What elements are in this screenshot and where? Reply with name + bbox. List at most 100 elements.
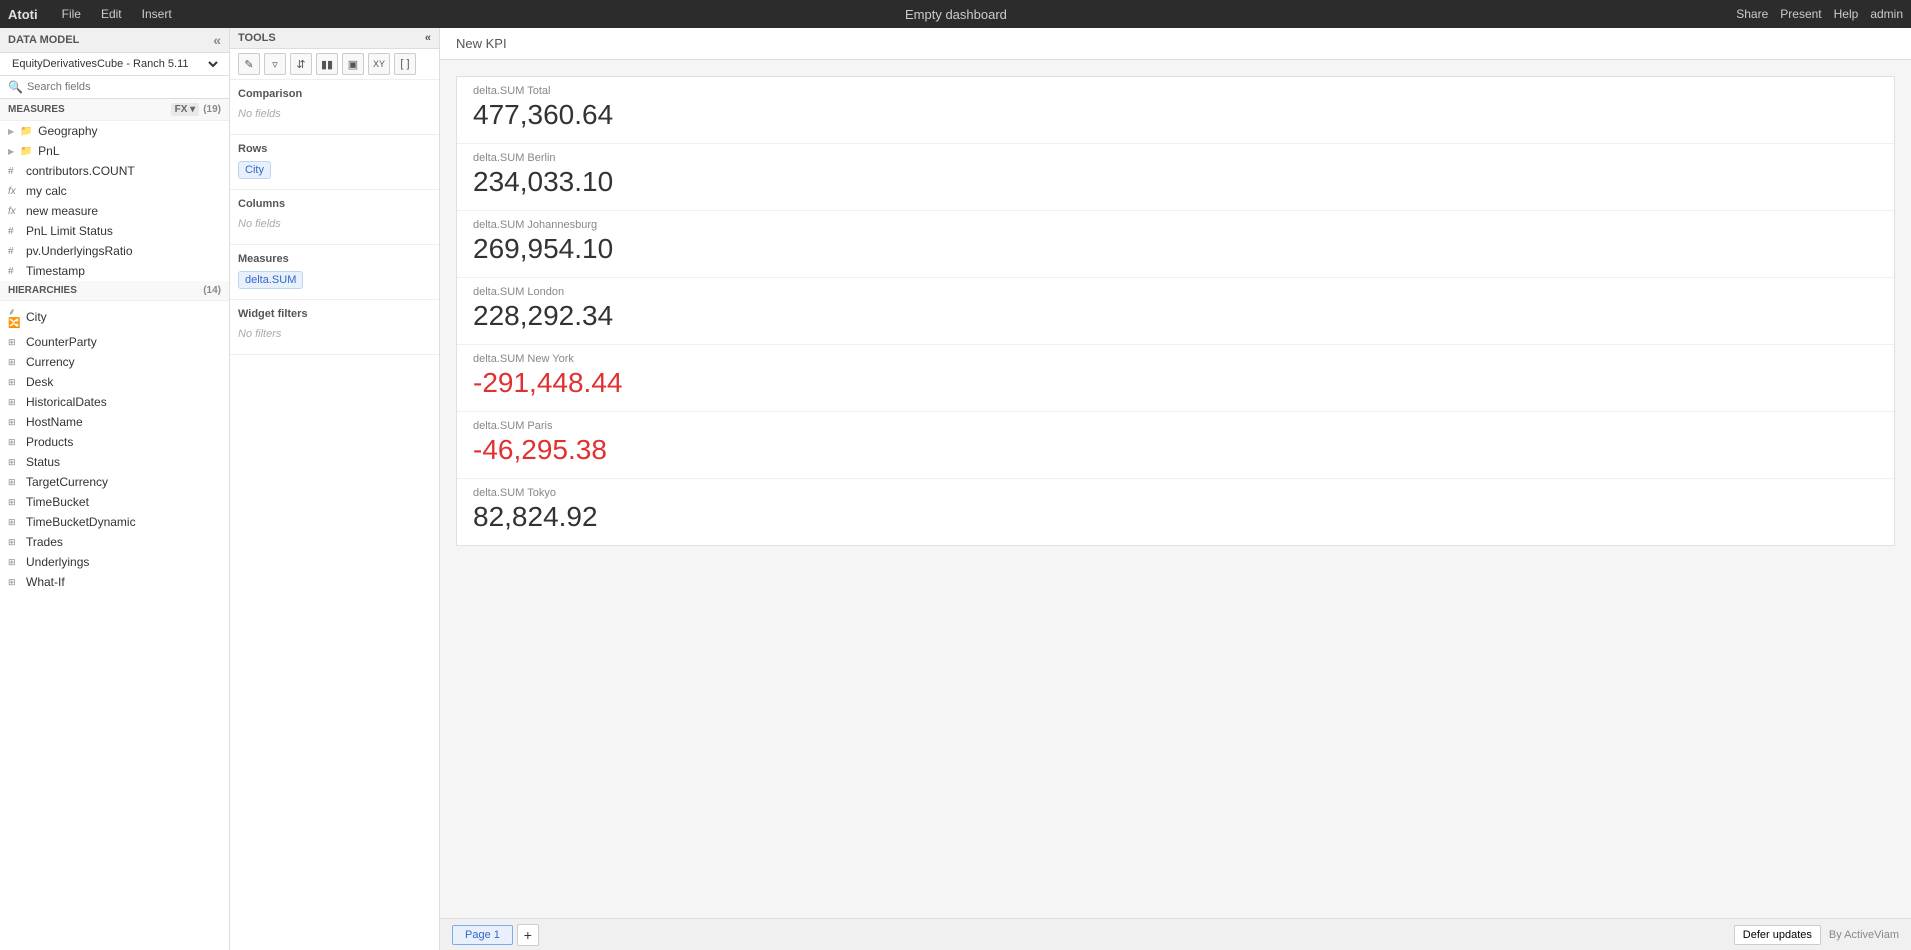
- dashboard-title: Empty dashboard: [188, 7, 1725, 22]
- rows-content: City: [238, 161, 431, 181]
- expand-arrow-pnl: ▶: [8, 147, 14, 156]
- tool-xy[interactable]: XY: [368, 53, 390, 75]
- tool-bracket[interactable]: [ ]: [394, 53, 416, 75]
- search-icon: 🔍: [8, 80, 23, 94]
- measures-field-chip[interactable]: delta.SUM: [238, 271, 303, 289]
- measures-header: MEASURES fx ▾ (19): [0, 99, 229, 121]
- hierarchy-counterparty[interactable]: ⊞ CounterParty: [0, 332, 229, 352]
- tool-filter[interactable]: ▿: [264, 53, 286, 75]
- hierarchy-what-if[interactable]: ⊞ What-If: [0, 572, 229, 592]
- hierarchy-time-bucket-dynamic[interactable]: ⊞ TimeBucketDynamic: [0, 512, 229, 532]
- expand-arrow-geography: ▶: [8, 127, 14, 136]
- top-nav: Atoti File Edit Insert Empty dashboard S…: [0, 0, 1911, 28]
- help-button[interactable]: Help: [1834, 7, 1859, 21]
- hierarchy-icon-currency: ⊞: [8, 357, 22, 368]
- hierarchy-status[interactable]: ⊞ Status: [0, 452, 229, 472]
- measure-my-calc[interactable]: fx my calc: [0, 181, 229, 201]
- kpi-value-total: 477,360.64: [473, 99, 1878, 131]
- hierarchy-icon-target-currency: ⊞: [8, 477, 22, 488]
- measure-new-measure[interactable]: fx new measure: [0, 201, 229, 221]
- left-panel-scroll: MEASURES fx ▾ (19) ▶ 📁 Geography ▶ 📁 PnL…: [0, 99, 229, 950]
- present-button[interactable]: Present: [1780, 7, 1821, 21]
- kpi-value-johannesburg: 269,954.10: [473, 233, 1878, 265]
- kpi-label-new-york: delta.SUM New York: [473, 353, 1878, 365]
- hierarchy-products[interactable]: ⊞ Products: [0, 432, 229, 452]
- measure-timestamp[interactable]: # Timestamp: [0, 261, 229, 281]
- widget-filters-label: Widget filters: [238, 308, 431, 320]
- hierarchy-icon-what-if: ⊞: [8, 577, 22, 588]
- measure-contributors-count[interactable]: # contributors.COUNT: [0, 161, 229, 181]
- add-page-button[interactable]: +: [517, 924, 539, 946]
- defer-updates-button[interactable]: Defer updates: [1734, 925, 1821, 945]
- hierarchy-currency[interactable]: ⊞ Currency: [0, 352, 229, 372]
- hash-icon-timestamp: #: [8, 266, 22, 277]
- tools-panel: TOOLS « ✎ ▿ ⇵ ▮▮ ▣ XY [ ] Comparison No …: [230, 28, 440, 950]
- kpi-title: New KPI: [440, 28, 1911, 60]
- rows-field-chip[interactable]: City: [238, 161, 271, 179]
- hierarchy-desk[interactable]: ⊞ Desk: [0, 372, 229, 392]
- hash-icon-pv: #: [8, 246, 22, 257]
- menu-file[interactable]: File: [58, 5, 85, 23]
- hierarchy-icon-counterparty: ⊞: [8, 337, 22, 348]
- kpi-item-johannesburg: delta.SUM Johannesburg 269,954.10: [457, 211, 1894, 278]
- hierarchy-city[interactable]: ⸙🔀 City: [0, 301, 229, 332]
- folder-icon-pnl: 📁: [20, 146, 34, 157]
- kpi-item-berlin: delta.SUM Berlin 234,033.10: [457, 144, 1894, 211]
- kpi-value-berlin: 234,033.10: [473, 166, 1878, 198]
- menu-edit[interactable]: Edit: [97, 5, 126, 23]
- hierarchy-time-bucket[interactable]: ⊞ TimeBucket: [0, 492, 229, 512]
- kpi-label-total: delta.SUM Total: [473, 85, 1878, 97]
- kpi-label-berlin: delta.SUM Berlin: [473, 152, 1878, 164]
- hash-icon-contributors: #: [8, 166, 22, 177]
- comparison-section: Comparison No fields: [230, 80, 439, 135]
- measure-pnl-limit[interactable]: # PnL Limit Status: [0, 221, 229, 241]
- kpi-label-tokyo: delta.SUM Tokyo: [473, 487, 1878, 499]
- cube-selector[interactable]: EquityDerivativesCube - Ranch 5.11: [0, 53, 229, 76]
- page-tab-1[interactable]: Page 1: [452, 925, 513, 945]
- share-button[interactable]: Share: [1736, 7, 1768, 21]
- kpi-value-paris: -46,295.38: [473, 434, 1878, 466]
- hierarchy-icon-desk: ⊞: [8, 377, 22, 388]
- admin-button[interactable]: admin: [1870, 7, 1903, 21]
- content-area: New KPI delta.SUM Total 477,360.64 delta…: [440, 28, 1911, 950]
- hierarchy-icon-status: ⊞: [8, 457, 22, 468]
- tool-sort[interactable]: ⇵: [290, 53, 312, 75]
- kpi-item-london: delta.SUM London 228,292.34: [457, 278, 1894, 345]
- kpi-value-new-york: -291,448.44: [473, 367, 1878, 399]
- fx-icon-my-calc: fx: [8, 186, 22, 197]
- kpi-label-paris: delta.SUM Paris: [473, 420, 1878, 432]
- hierarchy-historical-dates[interactable]: ⊞ HistoricalDates: [0, 392, 229, 412]
- search-input[interactable]: [27, 81, 221, 93]
- columns-label: Columns: [238, 198, 431, 210]
- data-model-collapse[interactable]: «: [213, 32, 221, 48]
- fx-button[interactable]: fx ▾: [171, 103, 200, 116]
- tool-pencil[interactable]: ✎: [238, 53, 260, 75]
- kpi-group: delta.SUM Total 477,360.64 delta.SUM Ber…: [456, 76, 1895, 546]
- measure-pv-underlyings[interactable]: # pv.UnderlyingsRatio: [0, 241, 229, 261]
- fx-icon-new-measure: fx: [8, 206, 22, 217]
- tool-grid[interactable]: ▣: [342, 53, 364, 75]
- tools-collapse[interactable]: «: [425, 32, 431, 44]
- widget-filters-section: Widget filters No filters: [230, 300, 439, 355]
- cube-dropdown[interactable]: EquityDerivativesCube - Ranch 5.11: [8, 57, 221, 71]
- right-actions: Share Present Help admin: [1736, 7, 1903, 21]
- menu-insert[interactable]: Insert: [138, 5, 176, 23]
- measure-pnl[interactable]: ▶ 📁 PnL: [0, 141, 229, 161]
- rows-section: Rows City: [230, 135, 439, 190]
- hierarchy-underlyings[interactable]: ⊞ Underlyings: [0, 552, 229, 572]
- kpi-value-tokyo: 82,824.92: [473, 501, 1878, 533]
- hash-icon-pnl-limit: #: [8, 226, 22, 237]
- by-activeviam: By ActiveViam: [1829, 929, 1899, 941]
- hierarchy-trades[interactable]: ⊞ Trades: [0, 532, 229, 552]
- columns-no-fields: No fields: [238, 218, 281, 230]
- hierarchy-icon-historical: ⊞: [8, 397, 22, 408]
- hierarchy-hostname[interactable]: ⊞ HostName: [0, 412, 229, 432]
- app-name: Atoti: [8, 7, 38, 22]
- hierarchy-icon-hostname: ⊞: [8, 417, 22, 428]
- tool-bars[interactable]: ▮▮: [316, 53, 338, 75]
- hierarchy-target-currency[interactable]: ⊞ TargetCurrency: [0, 472, 229, 492]
- tools-header: TOOLS «: [230, 28, 439, 49]
- kpi-item-paris: delta.SUM Paris -46,295.38: [457, 412, 1894, 479]
- measure-geography[interactable]: ▶ 📁 Geography: [0, 121, 229, 141]
- hierarchies-header: HIERARCHIES (14): [0, 281, 229, 301]
